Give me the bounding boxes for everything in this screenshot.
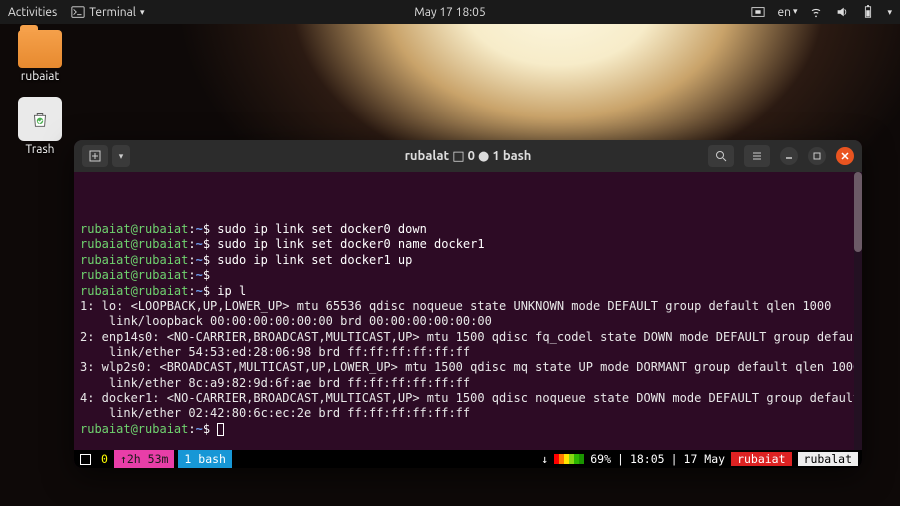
status-user: rubaiat [731, 452, 791, 466]
app-menu-label: Terminal [89, 6, 136, 19]
status-uptime: ↑ 2h 53m [114, 450, 174, 468]
status-battery-pct: 69% [590, 452, 611, 466]
chevron-down-icon: ▾ [793, 6, 798, 19]
new-tab-button[interactable] [82, 145, 108, 167]
terminal-line: rubaiat@rubaiat:~$ sudo ip link set dock… [80, 222, 856, 237]
tmux-statusbar: 0 ↑ 2h 53m 1 bash ↓ 69% | 18:05 | 17 May… [74, 450, 862, 468]
screenshot-icon[interactable] [751, 5, 765, 19]
status-host: rubalat [798, 452, 858, 466]
terminal-line: 1: lo: <LOOPBACK,UP,LOWER_UP> mtu 65536 … [80, 299, 856, 314]
desktop-folder-rubaiat[interactable]: rubaiat [18, 30, 62, 83]
chevron-down-icon: ▾ [140, 7, 145, 18]
gnome-topbar: Activities Terminal ▾ May 17 18:05 en ▾ … [0, 0, 900, 24]
chevron-down-icon[interactable]: ▾ [887, 7, 892, 18]
scrollbar-thumb[interactable] [854, 172, 862, 252]
folder-icon [18, 30, 62, 68]
trash-label: Trash [25, 143, 54, 156]
battery-bar-icon [554, 454, 584, 464]
status-window-index: 0 [95, 450, 114, 468]
window-title: rubalat □ 0 ● 1 bash [405, 149, 532, 164]
input-language[interactable]: en ▾ [777, 6, 797, 19]
scrollbar-track[interactable] [854, 172, 862, 450]
terminal-line: link/ether 54:53:ed:28:06:98 brd ff:ff:f… [80, 345, 856, 360]
search-button[interactable] [708, 145, 734, 167]
terminal-icon [71, 5, 85, 19]
app-menu[interactable]: Terminal ▾ [71, 5, 144, 19]
tab-menu-button[interactable]: ▾ [112, 145, 130, 167]
status-sync-icon [80, 454, 91, 465]
close-button[interactable] [836, 147, 854, 165]
terminal-line: rubaiat@rubaiat:~$ [80, 422, 856, 437]
terminal-line: link/ether 8c:a9:82:9d:6f:ae brd ff:ff:f… [80, 376, 856, 391]
terminal-line: rubaiat@rubaiat:~$ sudo ip link set dock… [80, 253, 856, 268]
clock[interactable]: May 17 18:05 [414, 6, 485, 19]
network-icon[interactable] [809, 5, 823, 19]
maximize-button[interactable] [808, 147, 826, 165]
desktop-trash[interactable]: Trash [18, 97, 62, 156]
terminal-line: link/ether 02:42:80:6c:ec:2e brd ff:ff:f… [80, 406, 856, 421]
chevron-down-icon: ▾ [119, 151, 124, 162]
desktop-icons: rubaiat Trash [18, 30, 62, 170]
terminal-line: rubaiat@rubaiat:~$ sudo ip link set dock… [80, 237, 856, 252]
status-time: 18:05 [630, 452, 665, 466]
terminal-line: rubaiat@rubaiat:~$ [80, 268, 856, 283]
activities-button[interactable]: Activities [8, 6, 57, 19]
status-sep: | [671, 452, 678, 466]
terminal-line: link/loopback 00:00:00:00:00:00 brd 00:0… [80, 314, 856, 329]
status-sep: | [617, 452, 624, 466]
status-date: 17 May [684, 452, 726, 466]
folder-label: rubaiat [21, 70, 59, 83]
battery-icon[interactable] [861, 5, 875, 19]
terminal-output[interactable]: rubaiat@rubaiat:~$ sudo ip link set dock… [74, 172, 862, 450]
status-session: 1 bash [178, 450, 232, 468]
terminal-line: 4: docker1: <NO-CARRIER,BROADCAST,MULTIC… [80, 391, 856, 406]
status-arrow: ↓ [541, 452, 548, 466]
terminal-line: 3: wlp2s0: <BROADCAST,MULTICAST,UP,LOWER… [80, 360, 856, 375]
hamburger-menu-button[interactable] [744, 145, 770, 167]
terminal-line: 2: enp14s0: <NO-CARRIER,BROADCAST,MULTIC… [80, 330, 856, 345]
trash-icon [18, 97, 62, 141]
terminal-window: ▾ rubalat □ 0 ● 1 bash rubaiat@ru [74, 140, 862, 468]
terminal-titlebar[interactable]: ▾ rubalat □ 0 ● 1 bash [74, 140, 862, 172]
minimize-button[interactable] [780, 147, 798, 165]
terminal-line: rubaiat@rubaiat:~$ ip l [80, 284, 856, 299]
volume-icon[interactable] [835, 5, 849, 19]
